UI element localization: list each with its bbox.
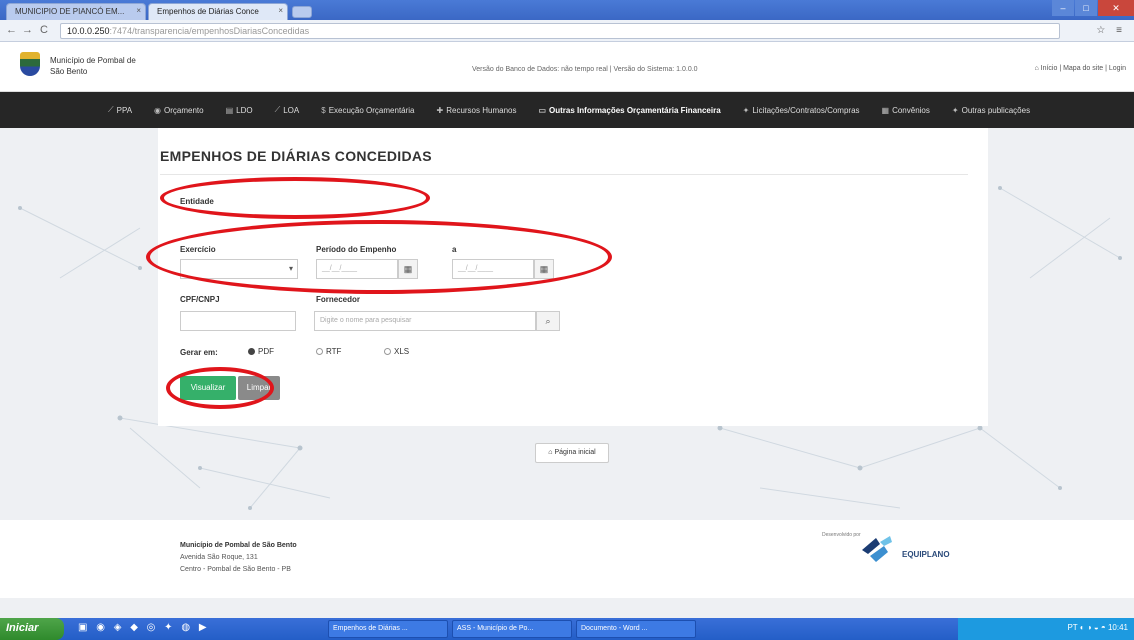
equiplano-brand[interactable]: EQUIPLANO [902,550,950,559]
nav-item-execucao[interactable]: $ Execução Orçamentária [321,106,414,115]
site-footer: Município de Pombal de São Bento Avenida… [0,520,1134,598]
system-tray[interactable]: PT ◐ ◑ ◒ ◓ 10:41 [958,618,1134,640]
cpf-label: CPF/CNPJ [180,295,220,304]
nav-label: LOA [283,105,300,115]
search-icon[interactable]: ⌕ [536,311,560,331]
window-close-icon[interactable]: ✕ [1098,0,1134,16]
quick-launch-icons[interactable]: ▣ ◉ ◈ ◆ ◎ ✦ ◍ ▶ [78,622,210,633]
developed-by-label: Desenvolvido por [822,532,861,538]
browser-tab-bar: MUNICIPIO DE PIANCÓ EM... × Empenhos de … [0,0,1134,20]
nav-label: LDO [236,105,253,115]
format-radio-rtf[interactable]: RTF [316,347,341,356]
radio-dot [316,348,323,355]
nav-label: Orçamento [164,105,204,115]
radio-label: XLS [394,347,410,356]
nav-item-convenios[interactable]: ▦ Convênios [882,106,930,115]
municipality-crest-icon [20,52,40,76]
nav-label: Recursos Humanos [446,105,517,115]
browser-menu-icons[interactable]: ☆ ≡ [1096,25,1126,36]
nav-item-licitacoes[interactable]: ✦ Licitações/Contratos/Compras [743,106,860,115]
annotation-ellipse-entidade [160,177,430,219]
header-links[interactable]: ⌂ Início | Mapa do site | Login [1034,65,1126,72]
people-icon: ✚ [436,105,444,115]
start-button[interactable]: Iniciar [0,618,64,640]
window-controls: – □ ✕ [1051,0,1134,18]
nav-item-rh[interactable]: ✚ Recursos Humanos [437,106,517,115]
version-info: Versão do Banco de Dados: não tempo real… [472,66,698,73]
bottom-band [0,598,1134,618]
equiplano-logo-icon[interactable] [858,534,898,564]
chart-icon: ⟋ [274,105,281,114]
annotation-ellipse-periodo [146,220,612,294]
browser-tab-1[interactable]: MUNICIPIO DE PIANCÓ EM... × [6,3,146,20]
nav-item-ldo[interactable]: ▤ LDO [226,106,253,115]
os-taskbar: Iniciar ▣ ◉ ◈ ◆ ◎ ✦ ◍ ▶ Empenhos de Diár… [0,618,1134,640]
taskbar-item-2[interactable]: ASS - Município de Po... [452,620,572,638]
chart-icon: ⟋ [108,105,114,114]
new-tab-button[interactable] [292,6,312,18]
circle-icon: ◉ [154,105,162,115]
nav-label: Convênios [892,105,930,115]
nav-label: Licitações/Contratos/Compras [752,105,860,115]
money-icon: ▭ [538,105,547,115]
fornecedor-input[interactable]: Digite o nome para pesquisar [314,311,536,331]
main-nav: ⟋ PPA ◉ Orçamento ▤ LDO ⟋ LOA $ Execução Orça… [0,92,1134,128]
nav-item-outras-informacoes[interactable]: ▭ Outras Informações Orçamentária Finance… [538,106,720,115]
book-icon: ▤ [225,105,234,115]
url-input[interactable]: 10.0.0.250:7474/transparencia/empenhosDi… [60,23,1060,39]
taskbar-item-1[interactable]: Empenhos de Diárias ... [328,620,448,638]
nav-label: Outras Informações Orçamentária Financei… [549,105,721,115]
close-icon[interactable]: × [136,6,141,15]
footer-address: Município de Pombal de São Bento Avenida… [180,540,297,576]
radio-label: PDF [258,347,274,356]
radio-label: RTF [326,347,342,356]
gavel-icon: ✦ [742,105,750,115]
format-radio-pdf[interactable]: PDF [248,347,274,356]
tab-label: MUNICIPIO DE PIANCÓ EM... [15,7,125,16]
annotation-ellipse-visualizar [166,367,274,409]
cpf-input[interactable] [180,311,296,331]
nav-item-ppa[interactable]: ⟋ PPA [108,105,132,115]
home-page-button[interactable]: ⌂ Página inicial [535,443,609,463]
reload-icon[interactable]: C [40,24,48,36]
forward-icon[interactable]: → [22,24,33,36]
nav-item-loa[interactable]: ⟋ LOA [275,105,300,115]
title-divider [160,174,968,175]
back-icon[interactable]: ← [6,24,17,36]
site-header: Município de Pombal de São Bento Versão … [0,42,1134,92]
nav-label: Execução Orçamentária [328,105,415,115]
radio-dot [384,348,391,355]
nav-item-orcamento[interactable]: ◉ Orçamento [154,106,204,115]
nav-item-outras-publicacoes[interactable]: ✦ Outras publicações [952,106,1030,115]
page-title: EMPENHOS DE DIÁRIAS CONCEDIDAS [160,148,432,164]
tab-label: Empenhos de Diárias Conce [157,7,259,16]
gavel-icon: ✦ [951,105,959,115]
footer-city: Centro - Pombal de São Bento - PB [180,566,291,573]
maximize-icon[interactable]: □ [1075,0,1097,16]
footer-municipality: Município de Pombal de São Bento [180,542,297,549]
nav-label: Outras publicações [961,105,1031,115]
municipality-name[interactable]: Município de Pombal de São Bento [50,55,140,77]
format-radio-xls[interactable]: XLS [384,347,409,356]
gerar-label: Gerar em: [180,348,218,357]
taskbar-item-3[interactable]: Documento - Word ... [576,620,696,638]
table-icon: ▦ [881,105,890,115]
address-bar: ← → C 10.0.0.250:7474/transparencia/empe… [0,20,1134,42]
dollar-icon: $ [321,105,326,115]
close-icon[interactable]: × [278,6,283,15]
nav-label: PPA [116,105,133,115]
minimize-icon[interactable]: – [1052,0,1074,16]
footer-street: Avenida São Roque, 131 [180,554,258,561]
browser-tab-2[interactable]: Empenhos de Diárias Conce × [148,3,288,20]
radio-dot [248,348,255,355]
fornecedor-label: Fornecedor [316,295,361,304]
url-host: 10.0.0.250 [67,26,110,36]
url-path: :7474/transparencia/empenhosDiariasConce… [109,26,310,36]
